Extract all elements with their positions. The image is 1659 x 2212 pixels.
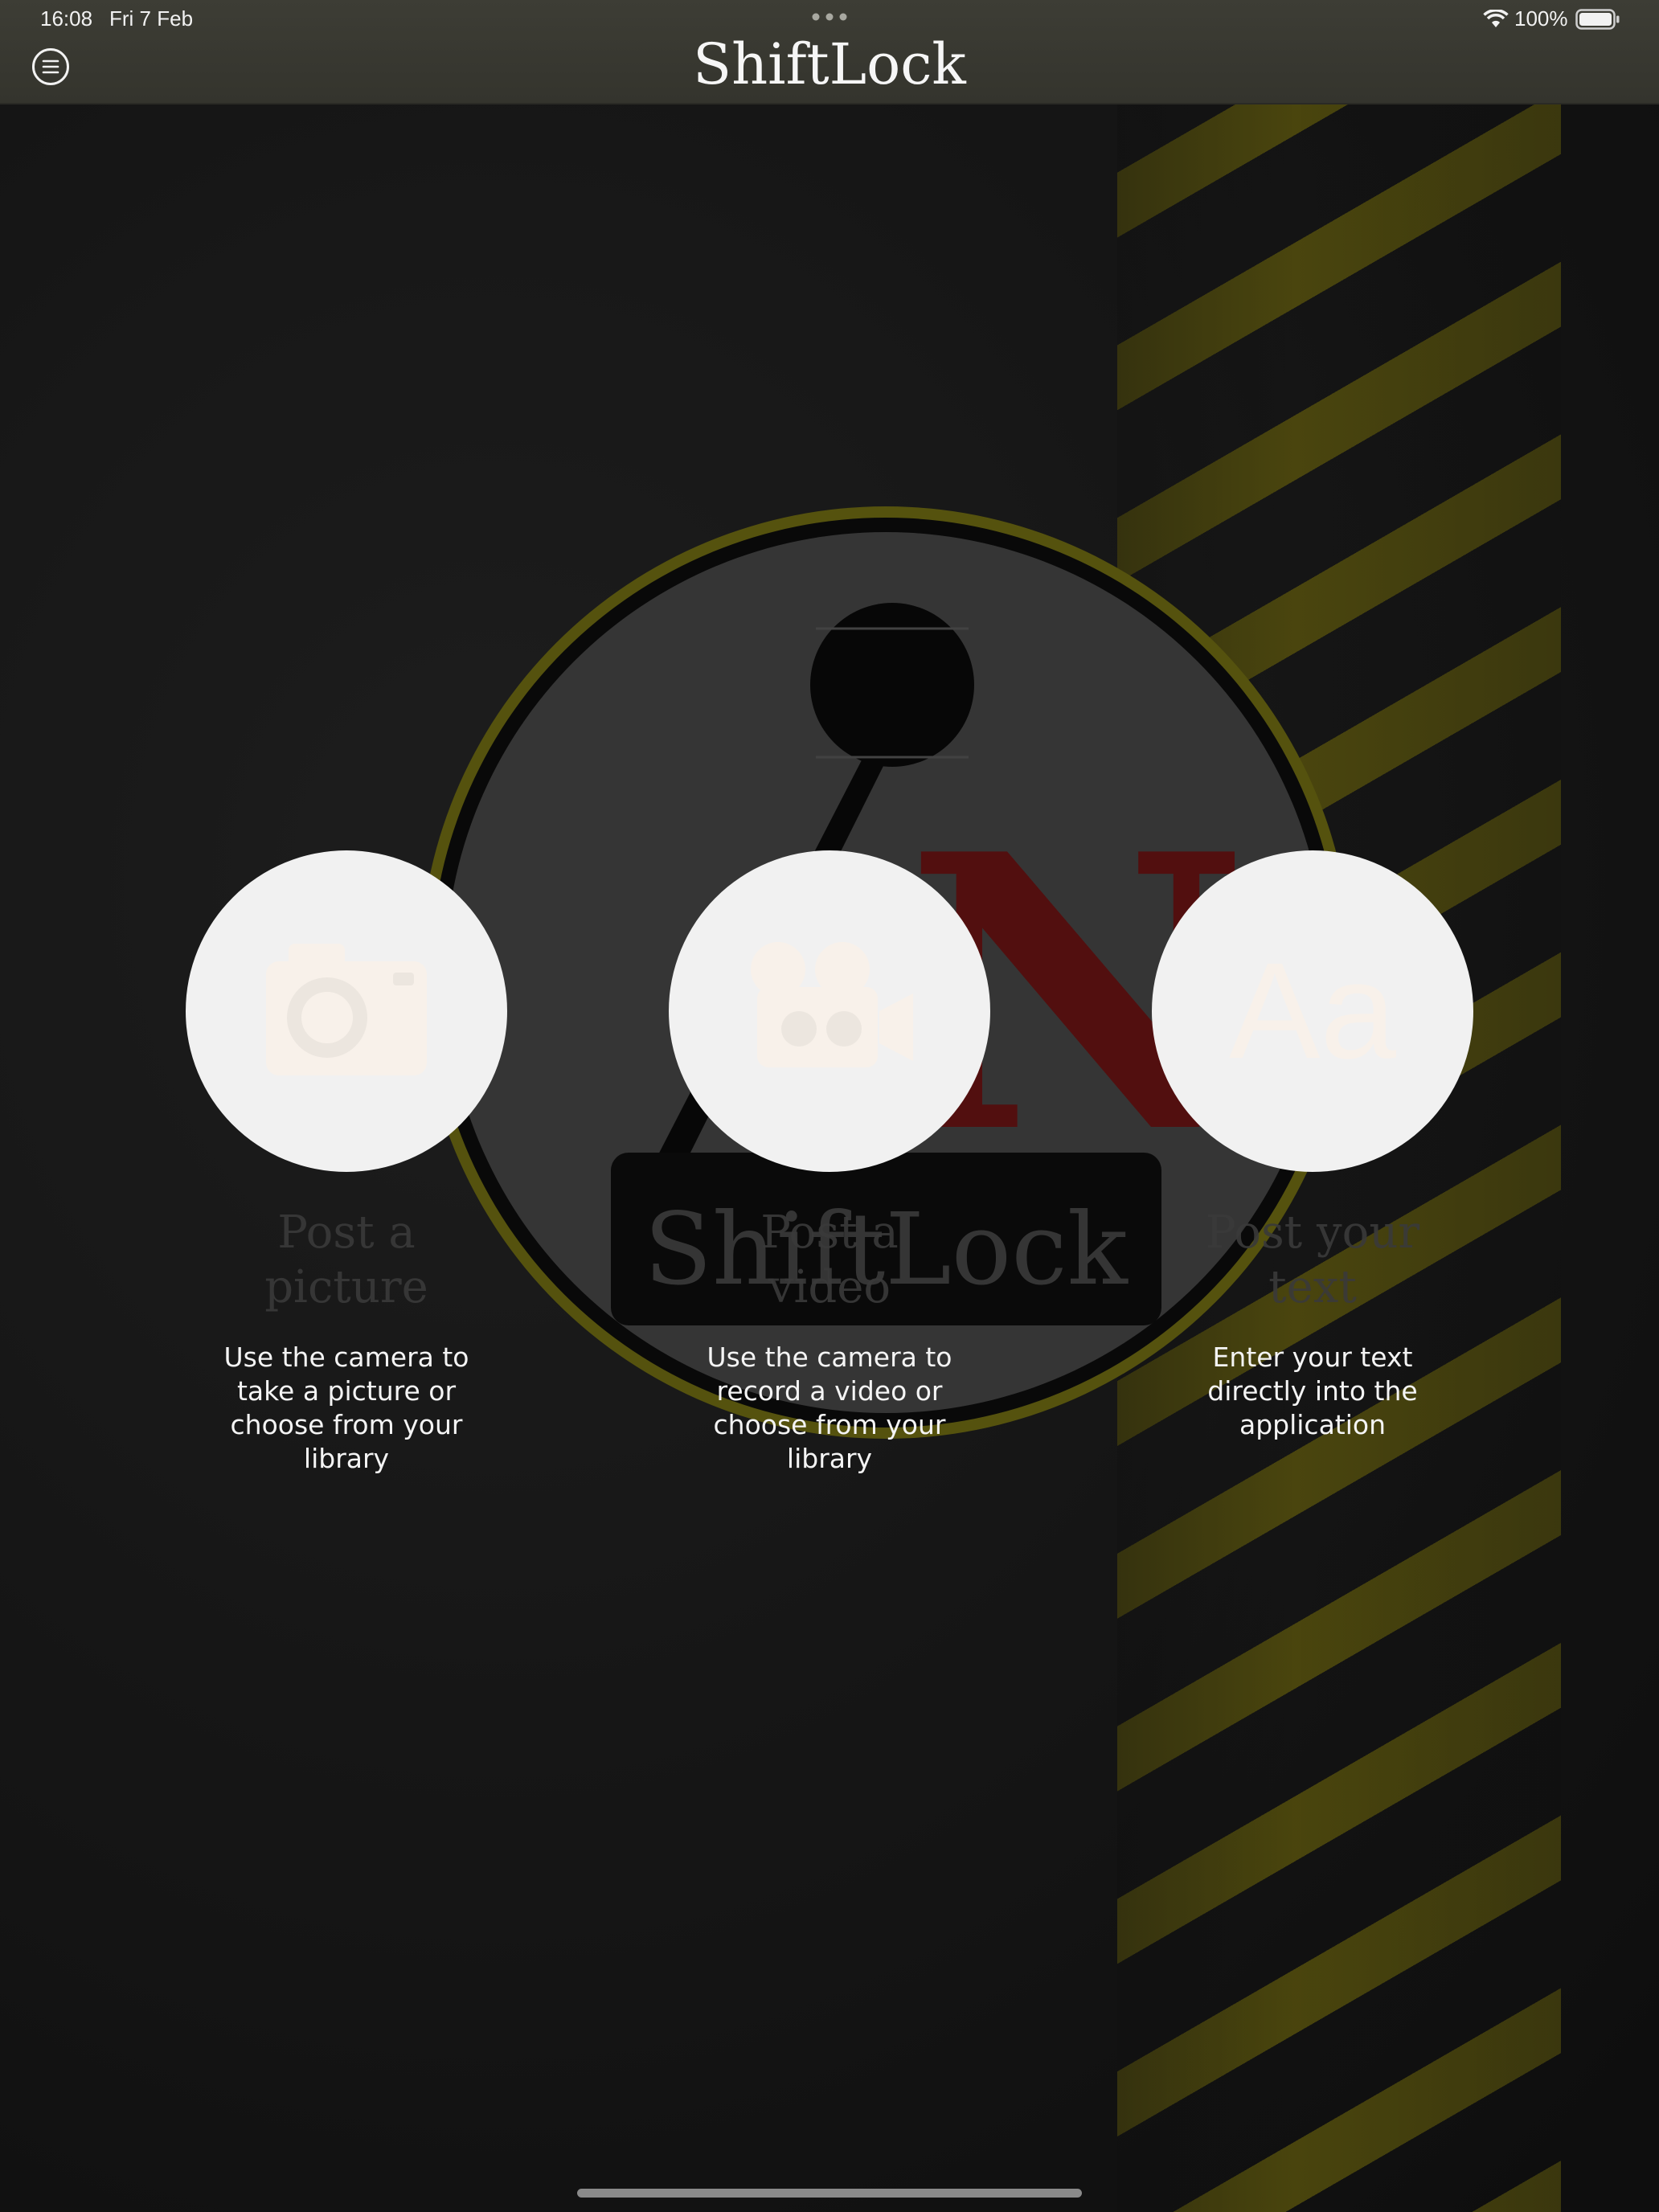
- post-text-button[interactable]: Aa: [1152, 850, 1473, 1172]
- battery-percent: 100%: [1514, 6, 1568, 31]
- post-video-button[interactable]: [669, 850, 990, 1172]
- wifi-icon: [1483, 10, 1509, 27]
- post-video-option[interactable]: Post a video Use the camera to record a …: [669, 850, 990, 1476]
- app-screen: N ShiftLock 16:08 Fri 7 Feb 100% ShiftLo…: [0, 0, 1659, 2212]
- post-picture-button[interactable]: [186, 850, 507, 1172]
- post-picture-title: Post a picture: [264, 1206, 428, 1313]
- text-aa-glyph: Aa: [1229, 935, 1396, 1088]
- multitask-dots-icon[interactable]: [812, 13, 847, 21]
- text-aa-icon: Aa: [1229, 935, 1396, 1088]
- battery-icon: [1575, 9, 1620, 30]
- home-indicator[interactable]: [577, 2189, 1082, 2198]
- post-text-description: Enter your text directly into the applic…: [1207, 1342, 1418, 1440]
- post-picture-option[interactable]: Post a picture Use the camera to take a …: [186, 850, 507, 1476]
- camera-icon: [266, 944, 427, 1075]
- post-text-option[interactable]: Aa Post your text Enter your text direct…: [1152, 850, 1473, 1442]
- post-video-title: Post a video: [760, 1206, 899, 1313]
- post-picture-description: Use the camera to take a picture or choo…: [223, 1342, 469, 1474]
- post-video-description: Use the camera to record a video or choo…: [707, 1342, 952, 1474]
- page-title: ShiftLock: [693, 31, 966, 97]
- post-text-title: Post your text: [1205, 1206, 1420, 1313]
- video-camera-icon: [751, 942, 913, 1067]
- status-date: Fri 7 Feb: [109, 6, 194, 31]
- top-navigation-bar: 16:08 Fri 7 Feb 100% ShiftLock: [0, 0, 1659, 104]
- status-time: 16:08: [40, 6, 93, 31]
